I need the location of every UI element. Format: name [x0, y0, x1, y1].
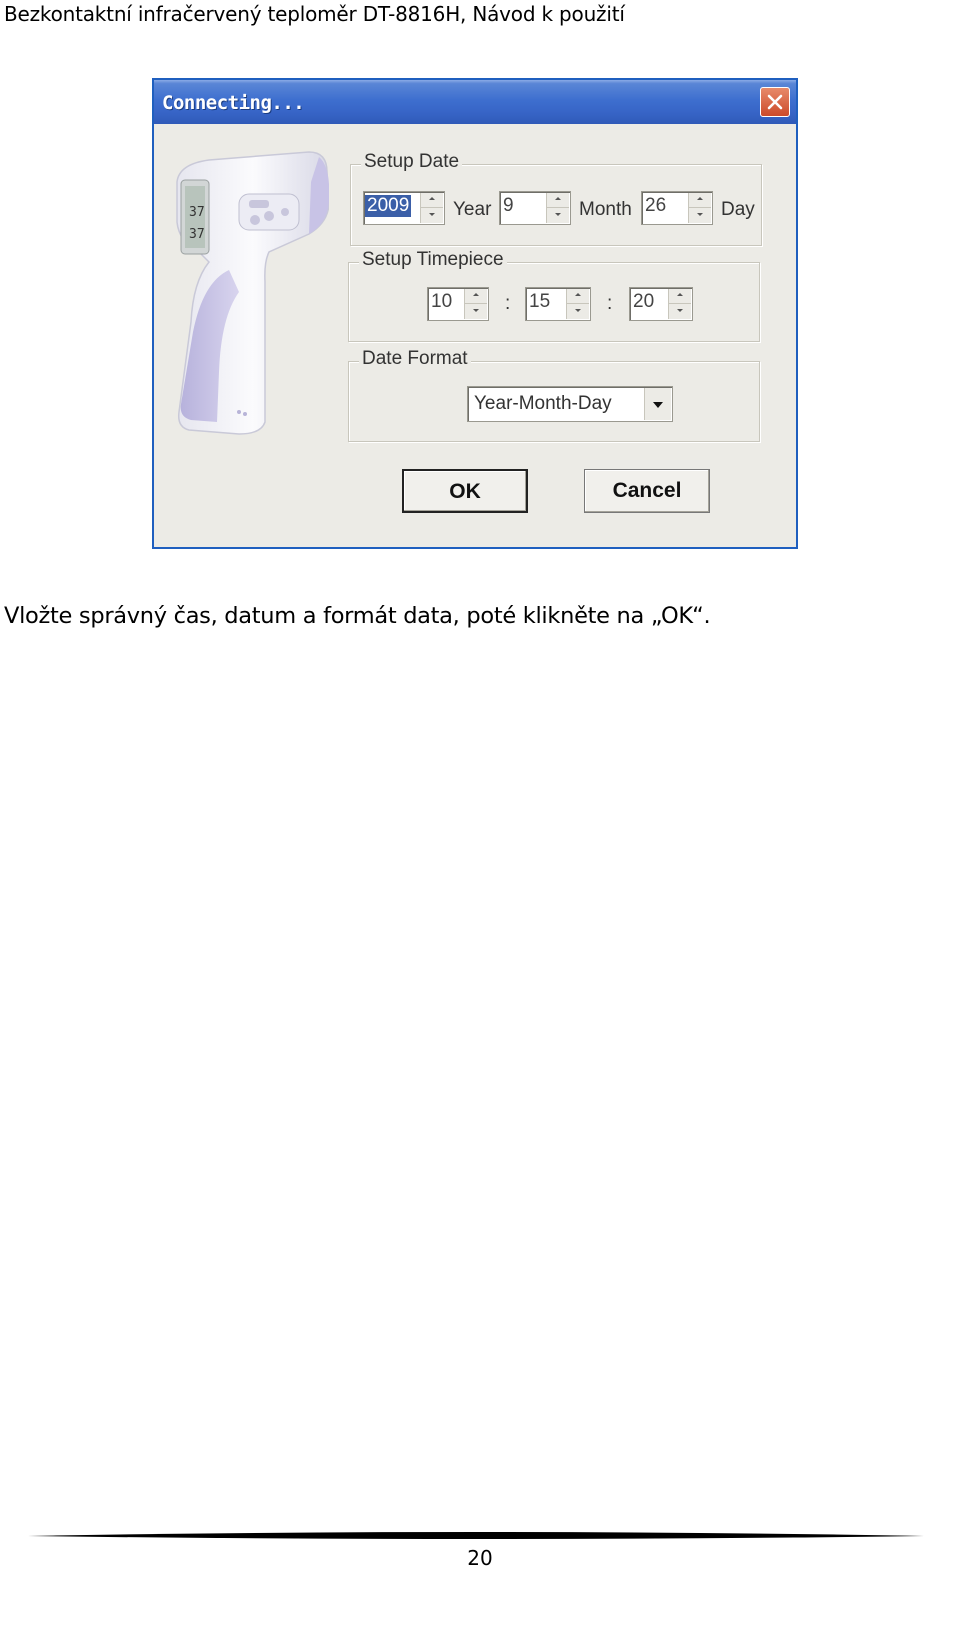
- spin-up-icon[interactable]: [689, 193, 711, 208]
- month-spinner[interactable]: 9: [499, 191, 571, 225]
- svg-text:37: 37: [189, 205, 205, 220]
- connecting-dialog: Connecting... 37 37 Setup Date 2009 Year…: [152, 78, 798, 549]
- spin-down-icon[interactable]: [567, 304, 589, 319]
- spin-down-icon[interactable]: [465, 304, 487, 319]
- date-format-group: Date Format Year-Month-Day: [348, 348, 760, 442]
- minute-value: 15: [529, 291, 551, 312]
- year-label: Year: [453, 199, 492, 220]
- time-separator: :: [505, 293, 511, 314]
- spin-down-icon[interactable]: [421, 208, 443, 223]
- day-value: 26: [645, 195, 667, 216]
- hour-value: 10: [431, 291, 453, 312]
- day-spinner[interactable]: 26: [641, 191, 713, 225]
- page-header: Bezkontaktní infračervený teploměr DT-88…: [4, 2, 625, 26]
- dialog-title: Connecting...: [162, 92, 305, 114]
- second-value: 20: [633, 291, 655, 312]
- month-value: 9: [503, 195, 514, 216]
- spin-up-icon[interactable]: [669, 289, 691, 304]
- setup-time-legend: Setup Timepiece: [359, 249, 507, 271]
- year-spinner[interactable]: 2009: [363, 191, 445, 225]
- time-separator: :: [607, 293, 613, 314]
- spin-up-icon[interactable]: [465, 289, 487, 304]
- second-spinner[interactable]: 20: [629, 287, 693, 321]
- year-value: 2009: [365, 195, 412, 217]
- dialog-body: 37 37 Setup Date 2009 Year 9 Month 26 Da…: [154, 124, 796, 547]
- thermometer-image: 37 37: [176, 151, 329, 435]
- dialog-titlebar[interactable]: Connecting...: [154, 80, 796, 124]
- setup-time-group: Setup Timepiece 10 : 15 : 20: [348, 249, 760, 342]
- instruction-text: Vložte správný čas, datum a formát data,…: [4, 603, 711, 629]
- spin-up-icon[interactable]: [421, 193, 443, 208]
- svg-text:37: 37: [189, 227, 205, 242]
- month-label: Month: [579, 199, 632, 220]
- chevron-down-icon[interactable]: [644, 388, 671, 420]
- cancel-button[interactable]: Cancel: [584, 469, 710, 513]
- ok-button[interactable]: OK: [402, 469, 528, 513]
- date-format-legend: Date Format: [359, 348, 471, 370]
- spin-up-icon[interactable]: [567, 289, 589, 304]
- hour-spinner[interactable]: 10: [427, 287, 489, 321]
- close-icon: [767, 94, 783, 110]
- page-number: 20: [467, 1546, 493, 1570]
- date-format-select[interactable]: Year-Month-Day: [467, 386, 673, 422]
- spin-down-icon[interactable]: [689, 208, 711, 223]
- day-label: Day: [721, 199, 755, 220]
- spin-down-icon[interactable]: [669, 304, 691, 319]
- close-button[interactable]: [760, 87, 790, 117]
- setup-date-group: Setup Date 2009 Year 9 Month 26 Day: [350, 151, 762, 246]
- spin-up-icon[interactable]: [547, 193, 569, 208]
- minute-spinner[interactable]: 15: [525, 287, 591, 321]
- date-format-value: Year-Month-Day: [474, 393, 612, 414]
- footer-rule: [28, 1532, 924, 1539]
- setup-date-legend: Setup Date: [361, 151, 463, 173]
- spin-down-icon[interactable]: [547, 208, 569, 223]
